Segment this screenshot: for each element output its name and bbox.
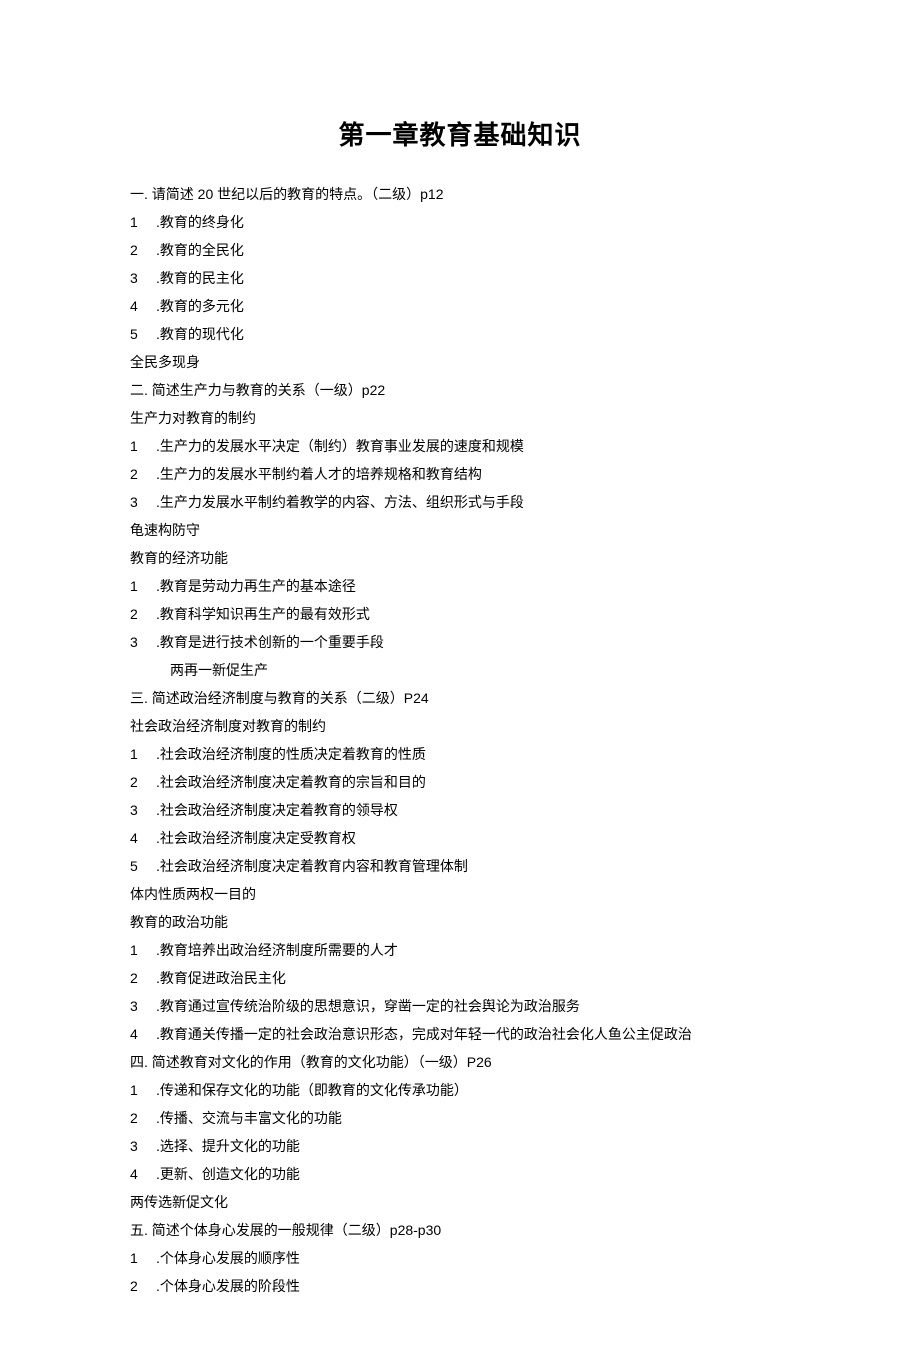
text-line: 全民多现身: [130, 348, 790, 376]
list-text: .生产力的发展水平决定（制约）教育事业发展的速度和规模: [156, 432, 790, 460]
list-item: 3 .教育的民主化: [130, 264, 790, 292]
list-text: .个体身心发展的阶段性: [156, 1272, 790, 1300]
list-item: 5 .教育的现代化: [130, 320, 790, 348]
list-text: .教育培养出政治经济制度所需要的人才: [156, 936, 790, 964]
list-number: 1: [130, 1244, 156, 1272]
list-item: 4 .教育的多元化: [130, 292, 790, 320]
list-item: 1 .传递和保存文化的功能（即教育的文化传承功能）: [130, 1076, 790, 1104]
list-item: 1 .教育的终身化: [130, 208, 790, 236]
text-line: 两传选新促文化: [130, 1188, 790, 1216]
list-text: .社会政治经济制度决定着教育的领导权: [156, 796, 790, 824]
list-number: 5: [130, 320, 156, 348]
text-line: 三. 简述政治经济制度与教育的关系（二级）P24: [130, 684, 790, 712]
list-text: .生产力发展水平制约着教学的内容、方法、组织形式与手段: [156, 488, 790, 516]
list-number: 1: [130, 572, 156, 600]
list-item: 2 .生产力的发展水平制约着人才的培养规格和教育结构: [130, 460, 790, 488]
list-number: 1: [130, 1076, 156, 1104]
list-item: 4 .教育通关传播一定的社会政治意识形态，完成对年轻一代的政治社会化人鱼公主促政…: [130, 1020, 790, 1048]
text-line: 四. 简述教育对文化的作用（教育的文化功能）（一级）P26: [130, 1048, 790, 1076]
list-text: .更新、创造文化的功能: [156, 1160, 790, 1188]
document-content: 一. 请简述 20 世纪以后的教育的特点。（二级）p121 .教育的终身化2 .…: [130, 180, 790, 1300]
text-line: 生产力对教育的制约: [130, 404, 790, 432]
list-number: 4: [130, 292, 156, 320]
list-number: 2: [130, 236, 156, 264]
list-item: 1 .个体身心发展的顺序性: [130, 1244, 790, 1272]
list-text: .传递和保存文化的功能（即教育的文化传承功能）: [156, 1076, 790, 1104]
list-text: .生产力的发展水平制约着人才的培养规格和教育结构: [156, 460, 790, 488]
list-number: 3: [130, 628, 156, 656]
list-item: 1 .生产力的发展水平决定（制约）教育事业发展的速度和规模: [130, 432, 790, 460]
list-number: 2: [130, 768, 156, 796]
list-number: 2: [130, 964, 156, 992]
list-text: .教育通关传播一定的社会政治意识形态，完成对年轻一代的政治社会化人鱼公主促政治: [156, 1020, 790, 1048]
list-text: .社会政治经济制度决定着教育内容和教育管理体制: [156, 852, 790, 880]
list-text: .社会政治经济制度的性质决定着教育的性质: [156, 740, 790, 768]
text-line: 五. 简述个体身心发展的一般规律（二级）p28-p30: [130, 1216, 790, 1244]
list-item: 2 .教育促进政治民主化: [130, 964, 790, 992]
list-text: .教育通过宣传统治阶级的思想意识，穿凿一定的社会舆论为政治服务: [156, 992, 790, 1020]
list-text: .教育的终身化: [156, 208, 790, 236]
list-number: 1: [130, 740, 156, 768]
chapter-title: 第一章教育基础知识: [130, 110, 790, 162]
list-item: 3 .社会政治经济制度决定着教育的领导权: [130, 796, 790, 824]
list-item: 2 .传播、交流与丰富文化的功能: [130, 1104, 790, 1132]
list-number: 5: [130, 852, 156, 880]
list-text: .传播、交流与丰富文化的功能: [156, 1104, 790, 1132]
text-line: 社会政治经济制度对教育的制约: [130, 712, 790, 740]
list-number: 4: [130, 1020, 156, 1048]
list-number: 2: [130, 600, 156, 628]
list-number: 2: [130, 1272, 156, 1300]
list-item: 5 .社会政治经济制度决定着教育内容和教育管理体制: [130, 852, 790, 880]
text-line: 教育的政治功能: [130, 908, 790, 936]
list-text: .教育的现代化: [156, 320, 790, 348]
list-number: 3: [130, 796, 156, 824]
list-number: 4: [130, 824, 156, 852]
list-number: 3: [130, 264, 156, 292]
list-number: 1: [130, 936, 156, 964]
list-text: .教育促进政治民主化: [156, 964, 790, 992]
list-item: 3 .生产力发展水平制约着教学的内容、方法、组织形式与手段: [130, 488, 790, 516]
list-item: 1 .社会政治经济制度的性质决定着教育的性质: [130, 740, 790, 768]
list-number: 3: [130, 1132, 156, 1160]
text-line: 两再一新促生产: [130, 656, 790, 684]
list-item: 2 .教育的全民化: [130, 236, 790, 264]
list-text: .教育科学知识再生产的最有效形式: [156, 600, 790, 628]
list-item: 1 .教育是劳动力再生产的基本途径: [130, 572, 790, 600]
text-line: 体内性质两权一目的: [130, 880, 790, 908]
list-text: .教育的民主化: [156, 264, 790, 292]
list-item: 3 .教育通过宣传统治阶级的思想意识，穿凿一定的社会舆论为政治服务: [130, 992, 790, 1020]
list-item: 2 .社会政治经济制度决定着教育的宗旨和目的: [130, 768, 790, 796]
text-line: 龟速构防守: [130, 516, 790, 544]
list-text: .教育的多元化: [156, 292, 790, 320]
list-number: 2: [130, 460, 156, 488]
list-item: 4 .更新、创造文化的功能: [130, 1160, 790, 1188]
text-line: 教育的经济功能: [130, 544, 790, 572]
list-number: 3: [130, 488, 156, 516]
list-item: 2 .教育科学知识再生产的最有效形式: [130, 600, 790, 628]
list-text: .教育的全民化: [156, 236, 790, 264]
list-text: .个体身心发展的顺序性: [156, 1244, 790, 1272]
list-number: 4: [130, 1160, 156, 1188]
list-item: 3 .选择、提升文化的功能: [130, 1132, 790, 1160]
list-number: 3: [130, 992, 156, 1020]
list-number: 1: [130, 208, 156, 236]
list-text: .选择、提升文化的功能: [156, 1132, 790, 1160]
list-number: 2: [130, 1104, 156, 1132]
list-number: 1: [130, 432, 156, 460]
list-item: 1 .教育培养出政治经济制度所需要的人才: [130, 936, 790, 964]
list-item: 3 .教育是进行技术创新的一个重要手段: [130, 628, 790, 656]
list-text: .社会政治经济制度决定着教育的宗旨和目的: [156, 768, 790, 796]
list-text: .教育是进行技术创新的一个重要手段: [156, 628, 790, 656]
list-text: .社会政治经济制度决定受教育权: [156, 824, 790, 852]
text-line: 二. 简述生产力与教育的关系（一级）p22: [130, 376, 790, 404]
text-line: 一. 请简述 20 世纪以后的教育的特点。（二级）p12: [130, 180, 790, 208]
list-item: 4 .社会政治经济制度决定受教育权: [130, 824, 790, 852]
list-item: 2 .个体身心发展的阶段性: [130, 1272, 790, 1300]
list-text: .教育是劳动力再生产的基本途径: [156, 572, 790, 600]
